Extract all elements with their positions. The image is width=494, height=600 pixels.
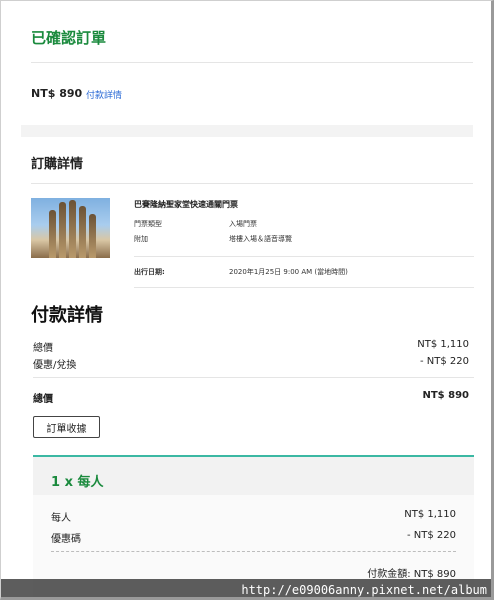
subtotal-value: NT$ 1,110 [417, 339, 469, 350]
subtotal-label: 總價 [33, 343, 53, 354]
divider [134, 287, 474, 288]
addon-value: 塔樓入場＆語音導覽 [229, 235, 292, 243]
section-separator [21, 125, 473, 137]
ticket-type-label: 門票類型 [134, 220, 162, 228]
per-person-label: 每人 [51, 513, 71, 524]
coupon-label: 優惠碼 [51, 534, 81, 545]
price-breakdown-header: 1 x 每人 [33, 457, 474, 495]
addon-label: 附加 [134, 235, 148, 243]
order-receipt-button[interactable]: 訂單收據 [33, 416, 100, 438]
total-label: 總價 [33, 394, 53, 405]
coupon-value: - NT$ 220 [406, 530, 456, 541]
divider [31, 62, 473, 63]
order-details-title: 訂購詳情 [31, 157, 84, 172]
ticket-type-value: 入場門票 [229, 220, 257, 228]
order-confirmation-page: 已確認訂單 NT$ 890 付款詳情 訂購詳情 巴賽隆納聖家堂快速通關門票 門票… [0, 0, 494, 600]
travel-date-value: 2020年1月25日 9:00 AM (當地時間) [229, 268, 348, 276]
per-person-value: NT$ 1,110 [404, 509, 456, 520]
divider [134, 256, 474, 257]
paid-total: 付款金額: NT$ 890 [367, 569, 456, 580]
discount-value: - NT$ 220 [419, 356, 469, 367]
watermark-bar: http://e09006anny.pixnet.net/album [1, 579, 491, 597]
total-value: NT$ 890 [422, 390, 469, 401]
order-status-title: 已確認訂單 [31, 29, 107, 47]
order-price: NT$ 890 [31, 87, 83, 100]
product-name: 巴賽隆納聖家堂快速通關門票 [134, 200, 238, 209]
divider [33, 377, 474, 378]
travel-date-label: 出行日期: [134, 268, 165, 276]
product-thumbnail [31, 198, 110, 258]
dashed-divider [51, 551, 456, 552]
discount-label: 優惠/兌換 [33, 360, 77, 371]
divider [31, 183, 473, 184]
payment-details-link[interactable]: 付款詳情 [86, 88, 122, 101]
price-breakdown-title: 1 x 每人 [51, 475, 104, 490]
payment-details-title: 付款詳情 [31, 305, 103, 326]
watermark-text: http://e09006anny.pixnet.net/album [241, 583, 487, 597]
